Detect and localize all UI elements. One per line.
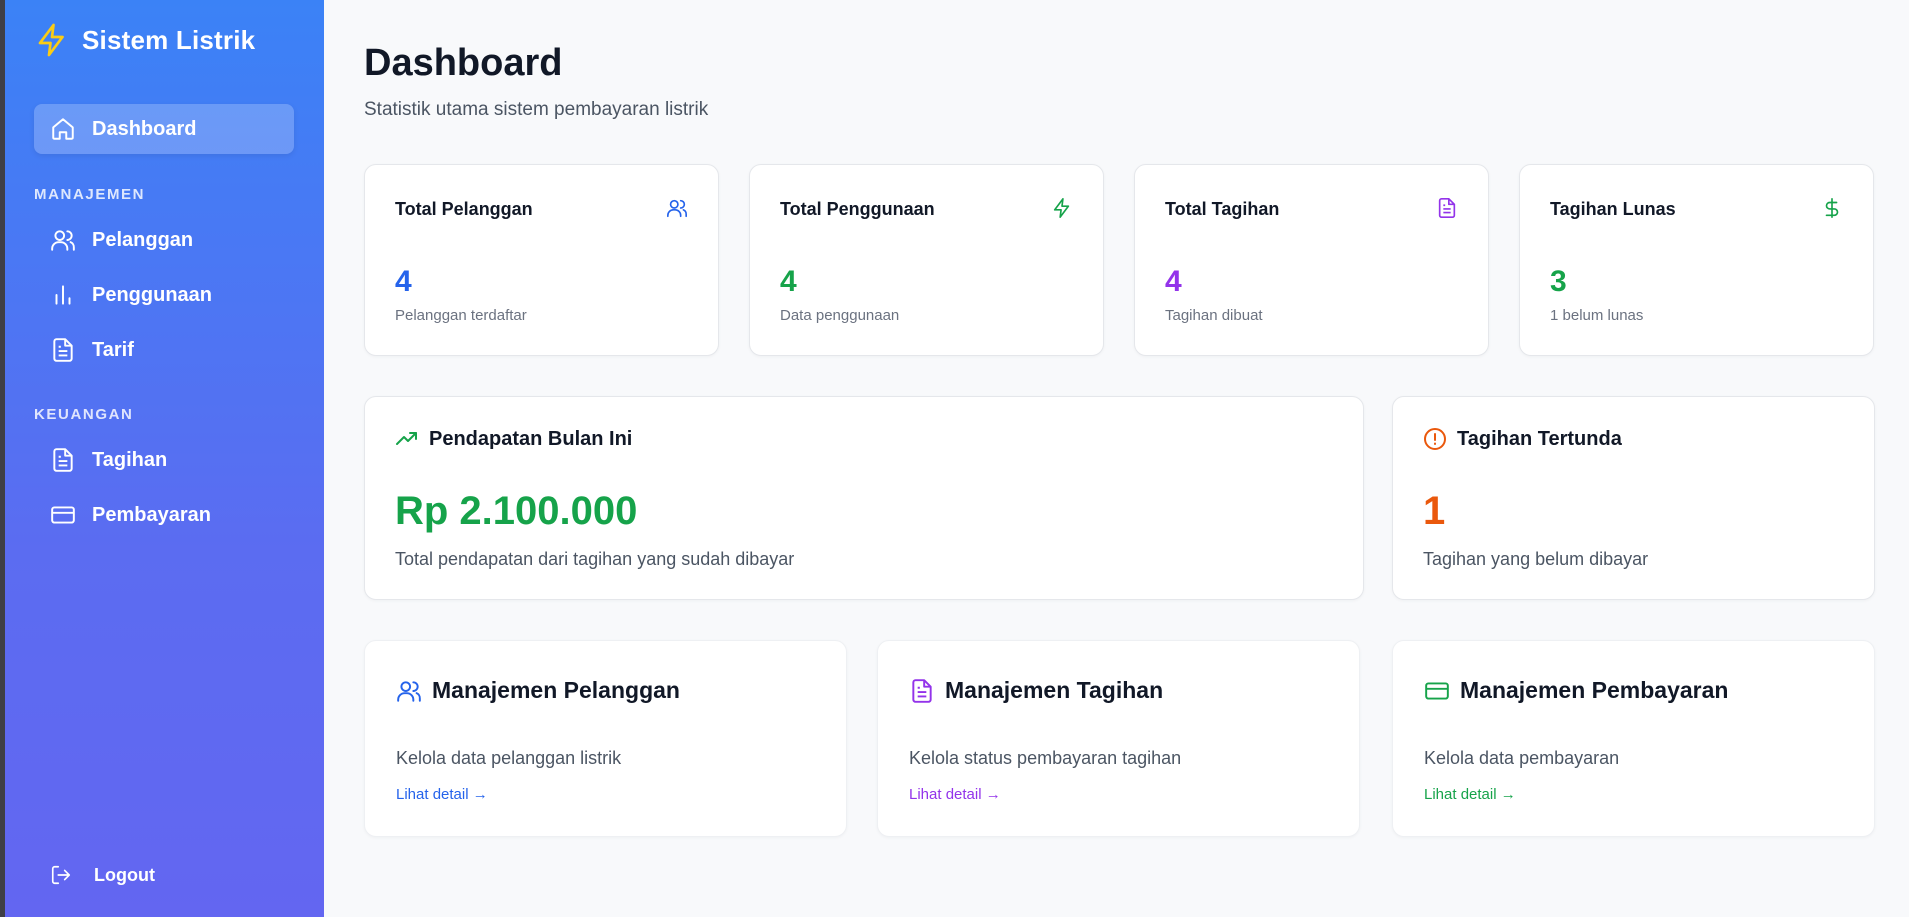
sidebar-item-dashboard[interactable]: Dashboard: [34, 104, 294, 154]
page-subtitle: Statistik utama sistem pembayaran listri…: [364, 99, 709, 120]
users-icon: [667, 199, 687, 218]
management-header: Manajemen Pembayaran: [1424, 677, 1728, 704]
brand[interactable]: Sistem Listrik: [34, 22, 255, 58]
document-icon: [53, 448, 73, 472]
stat-label: Total Tagihan: [1165, 199, 1280, 219]
management-title: Manajemen Pelanggan: [432, 677, 680, 703]
stat-label: Total Penggunaan: [780, 199, 935, 219]
detail-link-tagihan[interactable]: Lihat detail →: [909, 786, 1001, 803]
management-desc: Kelola data pembayaran: [1424, 748, 1620, 768]
credit-card-icon: [1425, 681, 1449, 700]
pending-title: Tagihan Tertunda: [1457, 427, 1622, 450]
sidebar-item-label: Dashboard: [92, 117, 197, 140]
sidebar-item-pelanggan[interactable]: Pelanggan: [34, 215, 294, 265]
sidebar-item-label: Tagihan: [92, 448, 168, 471]
management-card-tagihan[interactable]: Manajemen Tagihan Kelola status pembayar…: [877, 640, 1360, 837]
stat-desc: 1 belum lunas: [1550, 307, 1644, 324]
pending-card: Tagihan Tertunda 1 Tagihan yang belum di…: [1392, 396, 1875, 600]
management-title: Manajemen Pembayaran: [1460, 677, 1729, 703]
management-desc: Kelola data pelanggan listrik: [396, 748, 622, 768]
sidebar-item-tarif[interactable]: Tarif: [34, 325, 294, 375]
stat-value: 3: [1550, 265, 1567, 298]
stat-value: 4: [780, 265, 797, 298]
home-icon: [52, 118, 74, 140]
sidebar-item-tagihan[interactable]: Tagihan: [34, 435, 294, 485]
stat-desc: Pelanggan terdaftar: [395, 307, 527, 324]
revenue-card: Pendapatan Bulan Ini Rp 2.100.000 Total …: [364, 396, 1364, 600]
revenue-value: Rp 2.100.000: [395, 489, 638, 533]
management-card-pembayaran[interactable]: Manajemen Pembayaran Kelola data pembaya…: [1392, 640, 1875, 837]
lightning-icon: [38, 23, 64, 57]
stat-card-total-tagihan: Total Tagihan 4 Tagihan dibuat: [1134, 164, 1489, 356]
logout-label: Logout: [94, 864, 155, 885]
document-icon: [53, 338, 73, 362]
stat-card-tagihan-lunas: Tagihan Lunas 3 1 belum lunas: [1519, 164, 1874, 356]
management-desc: Kelola status pembayaran tagihan: [909, 748, 1182, 768]
detail-link-pembayaran[interactable]: Lihat detail →: [1424, 786, 1516, 803]
logout-button[interactable]: Logout: [50, 864, 155, 886]
pending-header: Tagihan Tertunda: [1423, 427, 1622, 451]
detail-link-pelanggan[interactable]: Lihat detail →: [396, 786, 488, 803]
lightning-icon: [1053, 198, 1070, 218]
pending-value: 1: [1423, 489, 1446, 533]
stat-card-total-pelanggan: Total Pelanggan 4 Pelanggan terdaftar: [364, 164, 719, 356]
sidebar-item-pembayaran[interactable]: Pembayaran: [34, 490, 294, 540]
stat-desc: Tagihan dibuat: [1165, 307, 1263, 324]
sidebar-item-penggunaan[interactable]: Penggunaan: [34, 270, 294, 320]
sidebar: Sistem Listrik Dashboard MANAJEMEN Pelan…: [5, 0, 324, 917]
management-title: Manajemen Tagihan: [945, 677, 1164, 703]
pending-desc: Tagihan yang belum dibayar: [1423, 549, 1649, 569]
dollar-icon: [1825, 198, 1839, 218]
management-header: Manajemen Pelanggan: [396, 677, 680, 704]
stat-label: Tagihan Lunas: [1550, 199, 1676, 219]
brand-title: Sistem Listrik: [82, 24, 256, 55]
credit-card-icon: [51, 506, 75, 524]
management-header: Manajemen Tagihan: [909, 677, 1163, 704]
document-icon: [1438, 198, 1456, 218]
alert-circle-icon: [1424, 428, 1446, 450]
main-content: Dashboard Statistik utama sistem pembaya…: [324, 0, 1909, 917]
document-icon: [912, 678, 932, 703]
stat-card-total-penggunaan: Total Penggunaan 4 Data penggunaan: [749, 164, 1104, 356]
sidebar-item-label: Penggunaan: [92, 283, 213, 306]
bar-chart-icon: [55, 285, 71, 305]
stat-label: Total Pelanggan: [395, 199, 533, 219]
management-card-pelanggan[interactable]: Manajemen Pelanggan Kelola data pelangga…: [364, 640, 847, 837]
trending-up-icon: [396, 432, 417, 445]
revenue-header: Pendapatan Bulan Ini: [395, 427, 632, 451]
logout-icon: [51, 865, 71, 885]
sidebar-item-label: Pembayaran: [92, 503, 211, 526]
revenue-desc: Total pendapatan dari tagihan yang sudah…: [395, 549, 795, 569]
stat-value: 4: [1165, 265, 1182, 298]
revenue-title: Pendapatan Bulan Ini: [429, 427, 633, 450]
section-label-keuangan: KEUANGAN: [34, 406, 134, 423]
stat-value: 4: [395, 265, 412, 298]
section-label-manajemen: MANAJEMEN: [34, 186, 146, 203]
users-icon: [51, 230, 75, 251]
stat-desc: Data penggunaan: [780, 307, 900, 324]
sidebar-item-label: Tarif: [92, 338, 134, 361]
sidebar-item-label: Pelanggan: [92, 228, 194, 251]
page-title: Dashboard: [364, 42, 563, 84]
users-icon: [397, 680, 421, 702]
